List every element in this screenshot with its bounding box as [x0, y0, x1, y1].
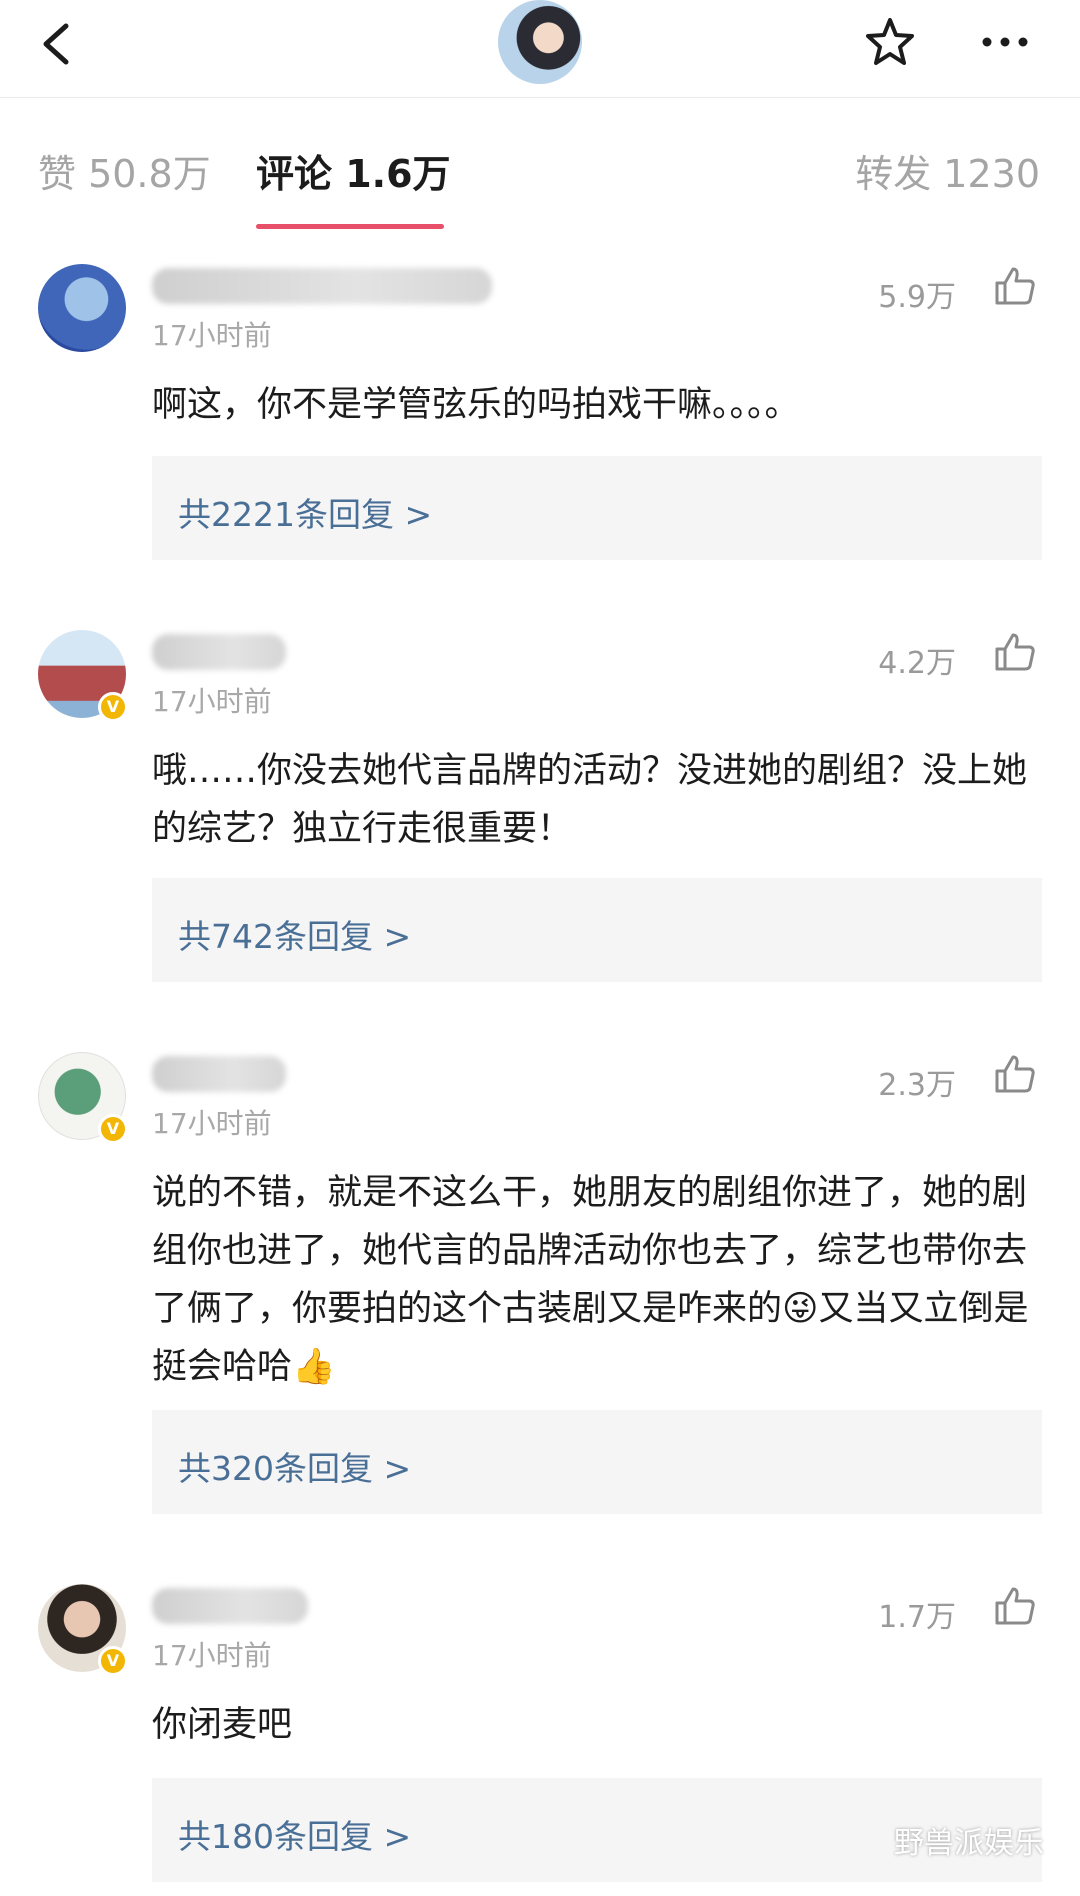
like-count: 4.2万	[878, 646, 956, 681]
comment-text: 说的不错，就是不这么干，她朋友的剧组你进了，她的剧组你也进了，她代言的品牌活动你…	[152, 1173, 1029, 1387]
avatar[interactable]	[38, 264, 126, 352]
back-icon[interactable]	[30, 14, 90, 74]
star-icon[interactable]	[860, 12, 920, 72]
replies-link[interactable]: 共2221条回复 >	[152, 456, 1042, 560]
like-count: 1.7万	[878, 1600, 956, 1635]
replies-label: 共180条回复 >	[178, 1817, 412, 1856]
header-avatar[interactable]	[498, 0, 582, 84]
thumbs-up-icon[interactable]	[994, 266, 1036, 306]
tab-likes[interactable]: 赞 50.8万	[38, 143, 211, 198]
replies-label: 共742条回复 >	[178, 917, 412, 956]
comment-text: 啊这，你不是学管弦乐的吗拍戏干嘛。。。。	[152, 385, 800, 425]
verified-badge-icon: V	[98, 692, 128, 722]
more-icon[interactable]	[975, 12, 1035, 72]
comment-text: 哦……你没去她代言品牌的活动？没进她的剧组？没上她的综艺？独立行走很重要！	[152, 751, 1028, 849]
verified-badge-icon: V	[98, 1646, 128, 1676]
comment-time: 17小时前	[152, 1107, 272, 1140]
comment-time: 17小时前	[152, 319, 272, 352]
like-count: 5.9万	[878, 280, 956, 315]
comment-time: 17小时前	[152, 1639, 272, 1672]
tab-comments[interactable]: 评论 1.6万	[256, 143, 451, 198]
username-blurred[interactable]	[152, 1588, 308, 1624]
username-blurred[interactable]	[152, 634, 286, 670]
watermark: 野兽派娱乐	[894, 1826, 1044, 1861]
tab-bar: 赞 50.8万 评论 1.6万 转发 1230	[0, 98, 1080, 230]
replies-link[interactable]: 共742条回复 >	[152, 878, 1042, 982]
active-tab-indicator	[256, 224, 444, 229]
thumbs-up-icon[interactable]	[994, 1586, 1036, 1626]
replies-link[interactable]: 共320条回复 >	[152, 1410, 1042, 1514]
replies-label: 共2221条回复 >	[178, 495, 433, 534]
username-blurred[interactable]	[152, 268, 492, 304]
tab-reposts[interactable]: 转发 1230	[855, 143, 1040, 198]
replies-label: 共320条回复 >	[178, 1449, 412, 1488]
like-count: 2.3万	[878, 1068, 956, 1103]
verified-badge-icon: V	[98, 1114, 128, 1144]
comment-text: 你闭麦吧	[152, 1705, 293, 1745]
thumbs-up-icon[interactable]	[994, 1054, 1036, 1094]
comment-time: 17小时前	[152, 685, 272, 718]
top-bar	[0, 0, 1080, 98]
thumbs-up-icon[interactable]	[994, 632, 1036, 672]
username-blurred[interactable]	[152, 1056, 286, 1092]
